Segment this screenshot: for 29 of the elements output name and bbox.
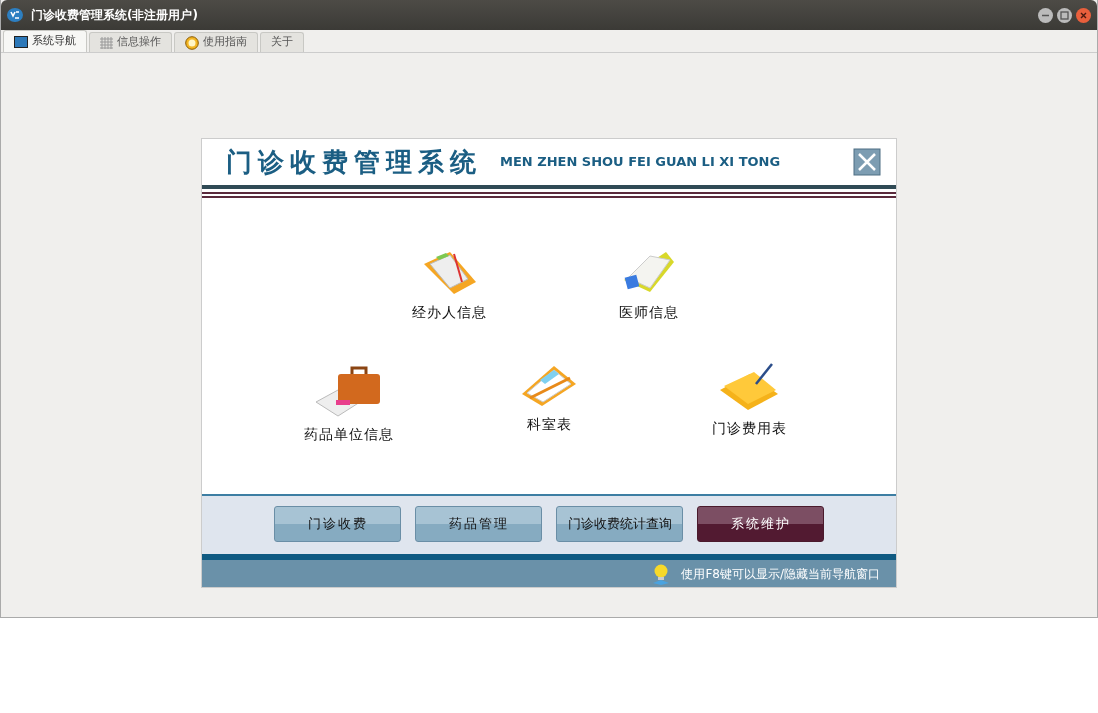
panel-title: 门诊收费管理系统 — [226, 145, 482, 179]
maximize-button[interactable] — [1057, 7, 1072, 23]
window-title: 门诊收费管理系统(非注册用户) — [31, 7, 198, 24]
help-icon — [185, 35, 199, 50]
window-icon — [14, 35, 28, 48]
maximize-icon — [1060, 10, 1069, 20]
nav-shortcut[interactable]: 经办人信息 — [379, 250, 519, 323]
module-button[interactable]: 门诊收费 — [274, 506, 401, 542]
nav-shortcut[interactable]: 门诊费用表 — [679, 362, 819, 445]
tab[interactable]: 使用指南 — [174, 32, 258, 52]
minimize-button[interactable] — [1038, 7, 1053, 23]
tab[interactable]: 信息操作 — [89, 32, 172, 52]
close-button[interactable] — [852, 147, 882, 177]
grid-icon — [100, 36, 113, 49]
nav-shortcut[interactable]: 科室表 — [479, 362, 619, 445]
tab[interactable]: 关于 — [260, 32, 304, 52]
nav-shortcut[interactable]: 医师信息 — [579, 250, 719, 323]
close-button[interactable] — [1076, 7, 1091, 23]
app-logo-icon — [7, 8, 23, 22]
tab[interactable]: 系统导航 — [3, 30, 87, 52]
nav-shortcut[interactable]: 药品单位信息 — [279, 362, 419, 445]
module-button[interactable]: 门诊收费统计查询 — [556, 506, 683, 542]
module-button[interactable]: 系统维护 — [697, 506, 824, 542]
hint-text: 使用F8键可以显示/隐藏当前导航窗口 — [681, 565, 880, 583]
module-button[interactable]: 药品管理 — [415, 506, 542, 542]
folder-with-pen-icon — [718, 362, 780, 412]
close-icon — [852, 147, 882, 177]
close-icon — [1079, 10, 1088, 20]
panel-subtitle: MEN ZHEN SHOU FEI GUAN LI XI TONG — [500, 153, 781, 172]
